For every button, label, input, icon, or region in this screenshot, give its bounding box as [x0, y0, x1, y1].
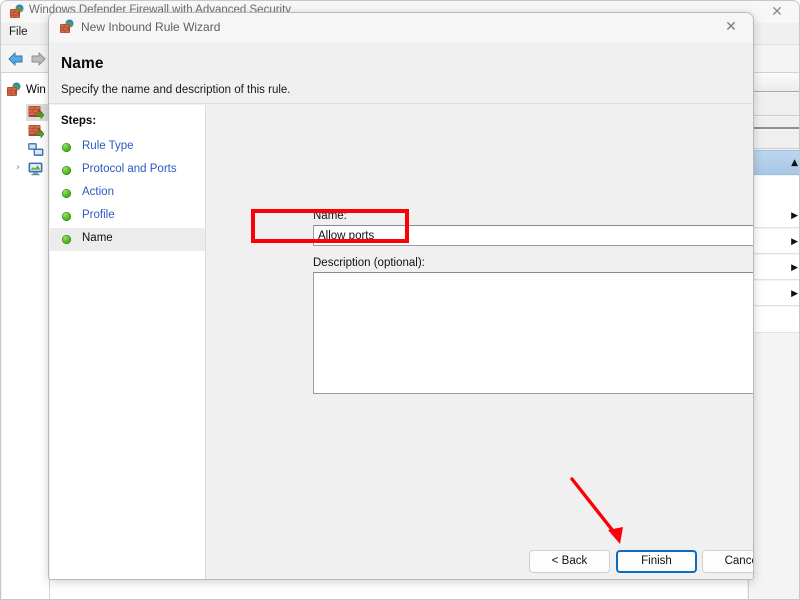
chevron-up-icon[interactable]: ▲ [791, 158, 798, 168]
menu-file[interactable]: File [9, 26, 28, 38]
new-inbound-rule-wizard-dialog: New Inbound Rule Wizard ✕ Name Specify t… [48, 12, 754, 580]
actions-section-title [749, 131, 799, 149]
chevron-right-icon[interactable]: ▶ [791, 263, 798, 273]
step-complete-bullet-icon [62, 166, 71, 175]
outbound-rules-icon[interactable] [28, 123, 44, 139]
description-input[interactable] [313, 272, 753, 394]
sidebar-item-action[interactable]: Action [50, 182, 205, 205]
actions-section-divider [749, 117, 799, 129]
firewall-shield-icon [60, 19, 74, 33]
back-button[interactable]: < Back [529, 550, 610, 573]
step-complete-bullet-icon [62, 212, 71, 221]
actions-pane-header [749, 73, 799, 92]
actions-row-3[interactable]: ▶ [749, 255, 799, 280]
sidebar-item-label: Name [82, 232, 113, 244]
forward-arrow-icon[interactable] [29, 51, 47, 67]
actions-selected-row[interactable]: ▲ [749, 150, 799, 175]
close-icon[interactable]: ✕ [710, 13, 752, 41]
steps-heading: Steps: [61, 115, 97, 127]
page-title: Name [61, 55, 104, 72]
step-complete-bullet-icon [62, 143, 71, 152]
chevron-right-icon[interactable]: ▶ [791, 289, 798, 299]
step-current-bullet-icon [62, 235, 71, 244]
inbound-rules-icon[interactable] [28, 104, 44, 120]
sidebar-item-label: Protocol and Ports [82, 163, 177, 175]
wizard-main-panel: Name: Description (optional): [207, 105, 753, 579]
firewall-shield-icon [10, 4, 24, 18]
name-input[interactable] [313, 225, 753, 246]
actions-section-top [749, 93, 799, 116]
cancel-button[interactable]: Cancel [702, 550, 753, 573]
actions-row-5[interactable] [749, 307, 799, 333]
wizard-titlebar: New Inbound Rule Wizard ✕ [49, 13, 753, 42]
console-close-icon[interactable]: ✕ [763, 2, 791, 22]
firewall-shield-icon [7, 82, 21, 96]
name-field-label: Name: [313, 210, 347, 222]
back-arrow-icon[interactable] [7, 51, 25, 67]
step-complete-bullet-icon [62, 189, 71, 198]
screenshot-root: Windows Defender Firewall with Advanced … [0, 0, 800, 600]
connection-security-rules-icon[interactable] [28, 142, 44, 158]
tree-expander-icon[interactable]: › [16, 162, 20, 173]
actions-row-1[interactable]: ▶ [749, 203, 799, 228]
sidebar-item-profile[interactable]: Profile [50, 205, 205, 228]
console-tree-pane[interactable]: Win › [2, 73, 49, 599]
sidebar-item-name[interactable]: Name [50, 228, 205, 251]
sidebar-item-protocol-and-ports[interactable]: Protocol and Ports [50, 159, 205, 182]
description-field-label: Description (optional): [313, 257, 425, 269]
sidebar-item-rule-type[interactable]: Rule Type [50, 136, 205, 159]
actions-row-2[interactable]: ▶ [749, 229, 799, 254]
page-subtitle: Specify the name and description of this… [61, 84, 291, 96]
sidebar-item-label: Profile [82, 209, 115, 221]
chevron-right-icon[interactable]: ▶ [791, 211, 798, 221]
sidebar-item-label: Action [82, 186, 114, 198]
sidebar-item-label: Rule Type [82, 140, 134, 152]
monitoring-icon[interactable] [28, 161, 44, 177]
wizard-steps-sidebar: Steps: Rule Type Protocol and Ports Acti… [50, 105, 206, 579]
wizard-header: Name Specify the name and description of… [49, 42, 753, 104]
actions-row-blank [749, 176, 799, 203]
actions-row-4[interactable]: ▶ [749, 281, 799, 306]
console-actions-pane: ▲ ▶ ▶ ▶ ▶ [748, 73, 799, 599]
wizard-footer: < Back Finish Cancel [207, 543, 753, 579]
chevron-right-icon[interactable]: ▶ [791, 237, 798, 247]
wizard-title: New Inbound Rule Wizard [81, 20, 221, 34]
tree-root-label: Win [26, 84, 46, 96]
finish-button[interactable]: Finish [616, 550, 697, 573]
